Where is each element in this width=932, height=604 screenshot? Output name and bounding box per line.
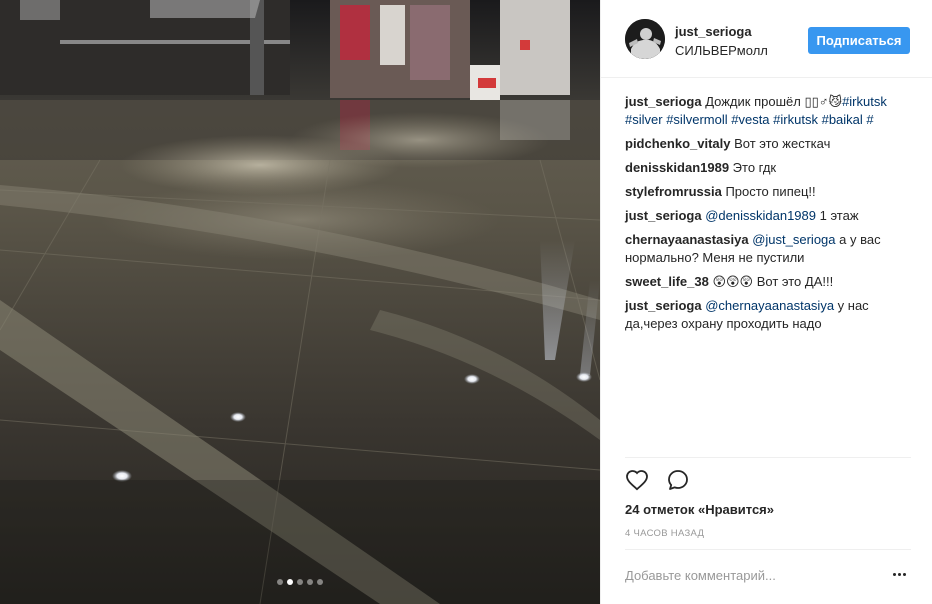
comment-mention[interactable]: @chernayaanastasiya: [705, 298, 834, 313]
comments-list: just_serioga Дождик прошёл ▯▯♂😼#irkutsk …: [625, 93, 915, 339]
post-photo[interactable]: [0, 0, 600, 604]
comment-hashtag[interactable]: #irkutsk: [842, 94, 887, 109]
post-actions: [625, 468, 690, 492]
heart-icon[interactable]: [625, 468, 649, 492]
comment-author[interactable]: pidchenko_vitaly: [625, 136, 730, 151]
comment-hashtag[interactable]: #silvermoll: [666, 112, 727, 127]
more-dot: [893, 572, 896, 576]
comment-hashtag[interactable]: #silver: [625, 112, 663, 127]
more-dot: [898, 572, 901, 576]
comment-author[interactable]: sweet_life_38: [625, 274, 709, 289]
carousel-indicator: [0, 579, 600, 585]
comment-author[interactable]: chernayaanastasiya: [625, 232, 749, 247]
comment-text: Просто пипец!!: [721, 184, 816, 199]
add-comment-input[interactable]: [625, 566, 890, 584]
post-container: just_serioga СИЛЬВЕРмолл Подписаться jus…: [0, 0, 932, 604]
comment-author[interactable]: just_serioga: [625, 208, 702, 223]
carousel-dot[interactable]: [287, 579, 293, 585]
comment-author[interactable]: just_serioga: [625, 94, 702, 109]
carousel-dot[interactable]: [317, 579, 323, 585]
comment-text: 😲😲😲 Вот это ДА!!!: [708, 274, 834, 289]
comment-author[interactable]: just_serioga: [625, 298, 702, 313]
comment-item: just_serioga @denisskidan1989 1 этаж: [625, 207, 915, 225]
comment-item: stylefromrussia Просто пипец!!: [625, 183, 915, 201]
post-sidebar: just_serioga СИЛЬВЕРмолл Подписаться jus…: [600, 0, 932, 604]
carousel-dot[interactable]: [307, 579, 313, 585]
speech-bubble-icon[interactable]: [666, 468, 690, 492]
header-username[interactable]: just_serioga: [675, 24, 752, 39]
likes-count[interactable]: 24 отметок «Нравится»: [625, 502, 774, 517]
post-timestamp[interactable]: 4 часов назад: [625, 528, 704, 539]
header-location[interactable]: СИЛЬВЕРмолл: [675, 43, 768, 58]
comment-author[interactable]: stylefromrussia: [625, 184, 722, 199]
comment-author[interactable]: denisskidan1989: [625, 160, 729, 175]
comment-hashtag[interactable]: #vesta: [731, 112, 769, 127]
avatar[interactable]: [625, 19, 665, 59]
comment-item: just_serioga @chernayaanastasiya у нас д…: [625, 297, 915, 333]
more-dot: [903, 572, 906, 576]
comment-mention[interactable]: @denisskidan1989: [705, 208, 816, 223]
comment-mention[interactable]: @just_serioga: [752, 232, 835, 247]
comment-text: Вот это жесткач: [730, 136, 831, 151]
post-header: just_serioga СИЛЬВЕРмолл Подписаться: [601, 0, 932, 78]
mall-floor-image: [0, 0, 600, 604]
comment-item: denisskidan1989 Это гдк: [625, 159, 915, 177]
actions-divider: [625, 457, 911, 458]
carousel-dot[interactable]: [297, 579, 303, 585]
follow-button[interactable]: Подписаться: [808, 27, 910, 54]
carousel-dot[interactable]: [277, 579, 283, 585]
comment-hashtag[interactable]: #: [866, 112, 873, 127]
comment-item: just_serioga Дождик прошёл ▯▯♂😼#irkutsk …: [625, 93, 915, 129]
comment-divider: [625, 549, 911, 550]
comment-text: Дождик прошёл ▯▯♂😼: [701, 94, 843, 109]
comment-item: pidchenko_vitaly Вот это жесткач: [625, 135, 915, 153]
more-options-icon[interactable]: [893, 567, 911, 581]
comment-text: Это гдк: [729, 160, 777, 175]
comment-item: chernayaanastasiya @just_serioga а у вас…: [625, 231, 915, 267]
comment-item: sweet_life_38 😲😲😲 Вот это ДА!!!: [625, 273, 915, 291]
comment-hashtag[interactable]: #irkutsk: [773, 112, 818, 127]
comment-text: 1 этаж: [816, 208, 859, 223]
comment-hashtag[interactable]: #baikal: [822, 112, 863, 127]
